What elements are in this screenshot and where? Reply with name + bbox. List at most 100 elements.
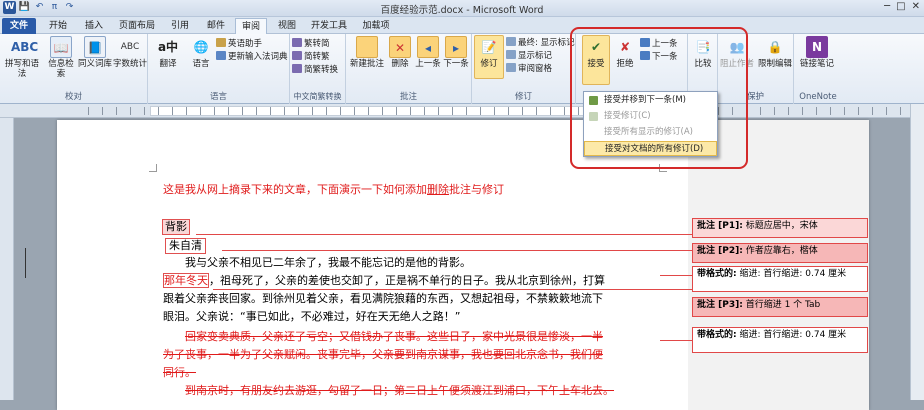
format-balloon-1[interactable]: 带格式的: 缩进: 首行缩进: 0.74 厘米: [692, 266, 868, 292]
previous-comment-button[interactable]: ◂ 上一条: [414, 36, 442, 69]
linked-notes-button[interactable]: N 链接笔记: [800, 36, 834, 69]
annotation-highlight-box: [570, 27, 748, 169]
reviewing-pane-button[interactable]: 审阅窗格: [506, 63, 552, 75]
horizontal-ruler[interactable]: [0, 104, 924, 118]
vertical-ruler[interactable]: [0, 118, 14, 400]
previous-comment-icon: ◂: [417, 36, 439, 58]
convert-icon: [292, 64, 302, 73]
tab-insert[interactable]: 插入: [78, 18, 110, 34]
onenote-icon: N: [806, 36, 828, 58]
thesaurus-icon: 📘: [84, 36, 106, 58]
tab-mailings[interactable]: 邮件: [200, 18, 232, 34]
comment-connector: [196, 234, 692, 235]
wordcount-icon: ABC: [120, 42, 140, 52]
new-comment-button[interactable]: 新建批注: [348, 36, 386, 69]
group-label-chinese: 中文简繁转换: [293, 92, 342, 101]
minimize-button[interactable]: ─: [884, 1, 890, 12]
paragraph-1: 我与父亲不相见已二年余了，我最不能忘记的是他的背影。: [185, 256, 471, 269]
ruler-ticks: [88, 107, 908, 115]
to-traditional-button[interactable]: 简转繁: [292, 51, 330, 63]
spelling-button[interactable]: ABC 拼写和语法: [2, 36, 42, 79]
group-label-language: 语言: [209, 92, 227, 102]
show-markup-icon: [506, 50, 516, 59]
language-icon: 🌐: [193, 40, 209, 54]
english-assistant-button[interactable]: 英语助手: [216, 38, 262, 50]
maximize-button[interactable]: □: [896, 1, 905, 12]
deleted-text-line-1: 回家变卖典质，父亲还了亏空；又借钱办了丧事。这些日子，家中光景很是惨淡，一半: [185, 330, 603, 343]
update-ime-button[interactable]: 更新输入法词典: [216, 51, 288, 63]
thesaurus-button[interactable]: 📘 同义词库: [78, 36, 112, 69]
deleted-text-line-4: 到南京时，有朋友约去游逛，勾留了一日；第二日上午便须渡江到浦口，下午上车北去。: [185, 384, 614, 397]
delete-comment-icon: ✕: [389, 36, 411, 58]
title-bar: W 💾 ↶ π ↷ 百度经验示范.docx - Microsoft Word ─…: [0, 0, 924, 17]
inserted-text: 删除: [427, 183, 449, 196]
display-for-review-select[interactable]: 最终: 显示标记: [506, 37, 575, 49]
format-balloon-2[interactable]: 带格式的: 缩进: 首行缩进: 0.74 厘米: [692, 327, 868, 353]
tab-addins[interactable]: 加载项: [356, 18, 396, 34]
new-comment-icon: [356, 36, 378, 58]
tab-review[interactable]: 审阅: [235, 18, 267, 34]
group-proofing: ABC 拼写和语法 📖 信息检索 📘 同义词库 ABC 字数统计 校对: [0, 34, 148, 104]
vertical-scrollbar[interactable]: [910, 104, 924, 400]
doc-title: 背影: [162, 219, 190, 235]
intro-line: 这是我从网上摘录下来的文章，下面演示一下如何添加删除批注与修订: [163, 183, 504, 196]
comment-connector: [222, 250, 692, 251]
tab-home[interactable]: 开始: [42, 18, 74, 34]
tab-references[interactable]: 引用: [164, 18, 196, 34]
restrict-editing-icon: 🔒: [767, 40, 783, 54]
group-onenote: N 链接笔记 OneNote: [794, 34, 842, 104]
tab-developer[interactable]: 开发工具: [306, 18, 352, 34]
ribbon: ABC 拼写和语法 📖 信息检索 📘 同义词库 ABC 字数统计 校对 a中 翻…: [0, 34, 924, 104]
comment-balloon-p2[interactable]: 批注 [P2]: 作者应靠右，楷体: [692, 243, 868, 263]
deleted-text-line-3: 同行。: [163, 366, 196, 379]
convert-button[interactable]: 简繁转换: [292, 64, 338, 76]
group-label-onenote: OneNote: [799, 92, 837, 102]
comment-anchor-p3: 那年冬天: [163, 273, 209, 288]
restrict-editing-button[interactable]: 🔒 限制编辑: [756, 36, 794, 69]
tab-view[interactable]: 视图: [271, 18, 303, 34]
group-tracking: 📝 修订 最终: 显示标记 显示标记 审阅窗格 修订: [472, 34, 576, 104]
next-comment-icon: ▸: [445, 36, 467, 58]
group-label-tracking: 修订: [514, 92, 532, 102]
tab-page-layout[interactable]: 页面布局: [114, 18, 160, 34]
tab-file[interactable]: 文件: [2, 18, 36, 34]
track-changes-button[interactable]: 📝 修订: [474, 35, 504, 79]
paragraph-2-line-1: 那年冬天，祖母死了，父亲的差使也交卸了，正是祸不单行的日子。我从北京到徐州，打算: [163, 273, 605, 288]
doc-author: 朱自清: [165, 238, 206, 254]
crop-mark: [149, 164, 157, 172]
comment-connector: [660, 340, 692, 341]
update-ime-icon: [216, 51, 226, 60]
group-label-comments: 批注: [399, 92, 417, 102]
paragraph-2-line-2: 跟着父亲奔丧回家。到徐州见着父亲，看见满院狼藉的东西，又想起祖母，不禁簌簌地流下: [163, 292, 603, 305]
group-chinese-conversion: 繁转简 简转繁 简繁转换 中文简繁转换: [290, 34, 346, 104]
group-comments: 新建批注 ✕ 删除 ◂ 上一条 ▸ 下一条 批注: [346, 34, 472, 104]
display-review-icon: [506, 37, 516, 46]
english-assistant-icon: [216, 38, 226, 47]
translate-icon: a中: [157, 40, 179, 54]
comment-balloon-p3[interactable]: 批注 [P3]: 首行缩进 1 个 Tab: [692, 297, 868, 317]
deleted-text-line-2: 为了丧事，一半为了父亲赋闲。丧事完毕，父亲要到南京谋事，我也要回北京念书，我们便: [163, 348, 603, 361]
comment-connector: [213, 289, 692, 290]
group-label-proofing: 校对: [64, 92, 82, 102]
to-simplified-button[interactable]: 繁转简: [292, 38, 330, 50]
show-markup-button[interactable]: 显示标记: [506, 50, 552, 62]
next-comment-button[interactable]: ▸ 下一条: [442, 36, 470, 69]
research-button[interactable]: 📖 信息检索: [46, 36, 76, 79]
translate-button[interactable]: a中 翻译: [152, 36, 184, 69]
close-button[interactable]: ✕: [912, 1, 920, 12]
window-title: 百度经验示范.docx - Microsoft Word: [380, 5, 544, 16]
reviewing-pane-icon: [506, 63, 516, 72]
language-button[interactable]: 🌐 语言: [186, 36, 216, 69]
group-language: a中 翻译 🌐 语言 英语助手 更新输入法词典 语言: [148, 34, 290, 104]
change-bar: [25, 248, 26, 278]
comment-balloon-p1[interactable]: 批注 [P1]: 标题应居中，宋体: [692, 218, 868, 238]
research-icon: 📖: [50, 36, 72, 58]
ribbon-tabs: 文件 开始 插入 页面布局 引用 邮件 审阅 视图 开发工具 加载项: [0, 17, 924, 34]
to-simplified-icon: [292, 38, 302, 47]
to-traditional-icon: [292, 51, 302, 60]
comment-connector: [660, 275, 692, 276]
delete-comment-button[interactable]: ✕ 删除: [386, 36, 414, 69]
paragraph-2-line-3: 眼泪。父亲说：“事已如此，不必难过，好在天无绝人之路！”: [163, 310, 461, 323]
wordcount-button[interactable]: ABC 字数统计: [113, 36, 147, 69]
track-changes-icon: 📝: [481, 40, 497, 54]
